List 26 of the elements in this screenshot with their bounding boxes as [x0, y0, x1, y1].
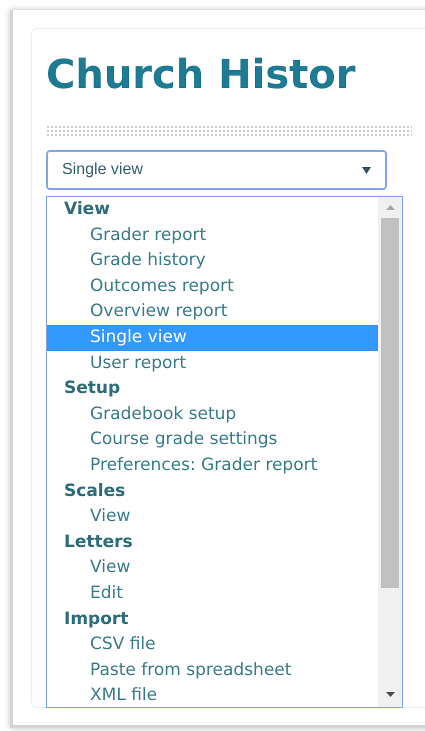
scrollbar-thumb[interactable]: [381, 218, 399, 588]
scroll-up-icon[interactable]: [386, 205, 394, 210]
dropdown-option[interactable]: Single view: [47, 324, 378, 351]
option-group-label: View: [63, 198, 111, 221]
dropdown-option[interactable]: View: [47, 555, 378, 581]
report-select[interactable]: Single view: [46, 150, 387, 190]
option-group-label: Letters: [63, 530, 134, 554]
dropdown-option[interactable]: Course grade settings: [47, 427, 378, 453]
dropdown-option[interactable]: Grade history: [47, 248, 378, 274]
dropdown-option[interactable]: XML file: [47, 683, 378, 709]
dropdown-option[interactable]: View: [47, 504, 378, 530]
scroll-down-icon[interactable]: [386, 692, 394, 697]
option-group-label: Import: [63, 608, 130, 630]
option-group-label: Scales: [63, 480, 126, 503]
dropdown-option[interactable]: User report: [47, 350, 378, 376]
dropdown-option[interactable]: CSV file: [47, 632, 378, 658]
dropdown-option[interactable]: Grader report: [47, 222, 378, 248]
dropdown-option[interactable]: Preferences: Grader report: [47, 452, 378, 479]
dropdown-option[interactable]: Paste from spreadsheet: [47, 658, 378, 684]
option-group-label: Setup: [63, 377, 122, 400]
dropdown-option[interactable]: Gradebook setup: [47, 402, 378, 428]
dropdown-option[interactable]: Overview report: [47, 299, 378, 325]
dropdown-option[interactable]: Outcomes report: [47, 274, 378, 300]
dropdown-caret-icon: [362, 166, 371, 174]
dropdown-option[interactable]: Edit: [47, 580, 378, 606]
course-title: Church Histor: [46, 51, 356, 99]
